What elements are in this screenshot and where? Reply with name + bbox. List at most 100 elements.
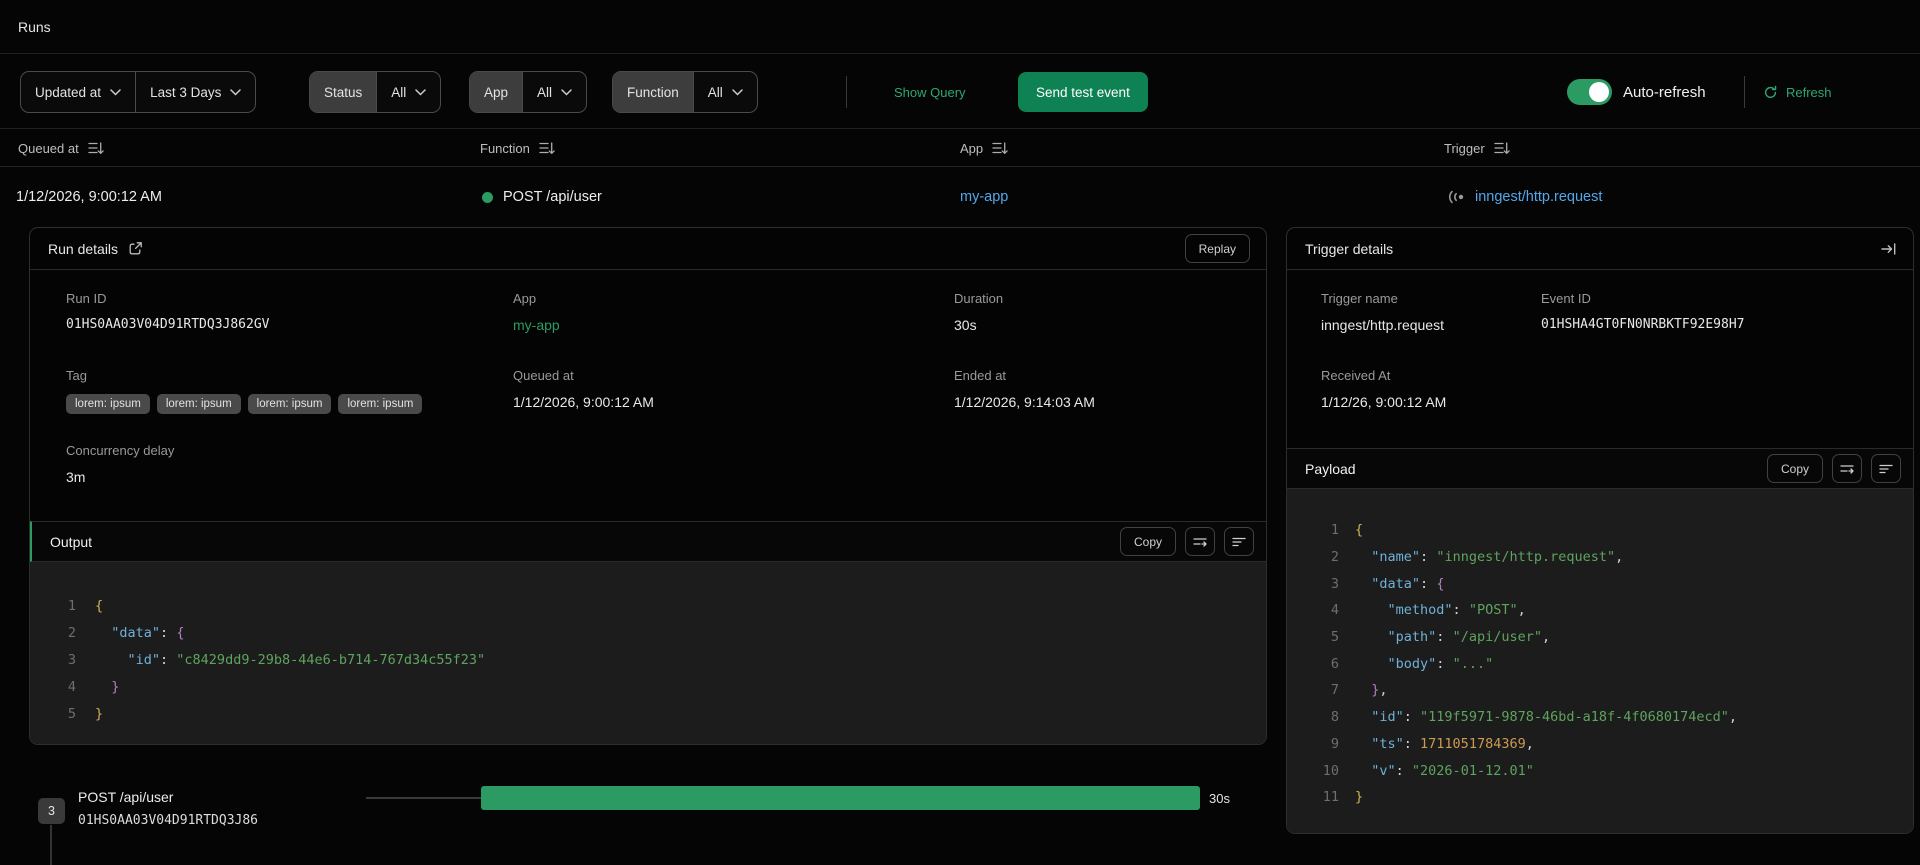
wrap-lines-button[interactable] [1185,527,1215,556]
collapse-panel-icon[interactable] [1880,241,1897,257]
column-app[interactable]: App [960,130,1008,167]
function-filter[interactable]: Function All [612,71,758,113]
field-label: App [513,291,537,306]
app-link[interactable]: my-app [513,317,560,333]
format-lines-button[interactable] [1871,454,1901,483]
run-details-panel: Run details Replay Run ID 01HS0AA03V04D9… [29,227,1267,745]
field-duration: Duration 30s [954,291,1003,333]
refresh-label: Refresh [1786,84,1832,100]
line-number: 3 [67,651,76,668]
top-bar: Runs [0,0,1920,54]
auto-refresh-toggle[interactable] [1567,79,1612,105]
code-line: 5 "path": "/api/user", [1287,624,1913,651]
status-filter-value[interactable]: All [376,72,440,112]
code-line: 3 "data": { [1287,570,1913,597]
column-queued-at[interactable]: Queued at [18,130,104,167]
sort-icon [539,142,555,154]
duration-value: 30s [954,317,977,333]
trigger-link[interactable]: inngest/http.request [1475,189,1602,205]
trigger-details-panel: Trigger details Trigger name inngest/htt… [1286,227,1914,834]
run-row-app-link[interactable]: my-app [960,168,1008,226]
tag-list: lorem: ipsum lorem: ipsum lorem: ipsum lore… [66,394,423,414]
auto-refresh-label: Auto-refresh [1623,83,1706,101]
wrap-lines-icon [1193,537,1207,547]
runs-page: Runs Updated at Last 3 Days Status All A… [0,0,1920,865]
time-range-select[interactable]: Last 3 Days [135,72,255,112]
chevron-down-icon [561,88,572,96]
output-header: Output Copy [30,521,1266,562]
copy-output-button[interactable]: Copy [1119,527,1176,556]
status-filter[interactable]: Status All [309,71,442,113]
line-number: 2 [67,624,76,641]
column-function[interactable]: Function [480,130,555,167]
column-trigger[interactable]: Trigger [1444,130,1510,167]
event-id-value: 01HSHA4GT0FN0NRBKTF92E98H7 [1541,317,1745,332]
step-count-badge[interactable]: 3 [38,798,65,824]
wrap-lines-button[interactable] [1832,454,1862,483]
run-id-value: 01HS0AA03V04D91RTDQ3J862GV [66,317,270,332]
field-label: Duration [954,291,1004,306]
code-line: 4 } [30,673,1266,700]
code-line: 2 "data": { [30,619,1266,646]
format-lines-button[interactable] [1224,527,1254,556]
line-number: 10 [1322,762,1339,779]
line-number: 7 [1330,682,1339,699]
field-label: Event ID [1541,291,1591,306]
app-filter-label: App [470,72,523,112]
timeline-run-id: 01HS0AA03V04D91RTDQ3J86 [78,813,259,828]
line-number: 5 [67,705,76,722]
received-at-value: 1/12/26, 9:00:12 AM [1321,394,1447,410]
payload-section: Payload Copy 1{2 "name": "inngest/http.r… [1287,448,1913,833]
line-number: 5 [1330,629,1339,646]
field-queued-at: Queued at 1/12/2026, 9:00:12 AM [513,368,654,410]
code-line: 1{ [30,592,1266,619]
show-query-link[interactable]: Show Query [894,55,966,129]
align-left-icon [1879,464,1893,473]
code-line: 2 "name": "inngest/http.request", [1287,544,1913,571]
timeline-duration-bar[interactable] [481,786,1200,810]
external-link-icon[interactable] [128,241,143,256]
copy-payload-button[interactable]: Copy [1766,454,1823,483]
time-range-label: Last 3 Days [150,84,222,100]
chevron-down-icon [415,88,427,96]
replay-button[interactable]: Replay [1184,234,1250,263]
code-line: 1{ [1287,517,1913,544]
sort-field-label: Updated at [35,84,102,100]
column-label: Function [480,141,530,156]
run-row[interactable]: 1/12/2026, 9:00:12 AM POST /api/user my-… [0,168,1920,226]
refresh-button[interactable]: Refresh [1763,55,1832,129]
sort-time-filter[interactable]: Updated at Last 3 Days [20,71,257,113]
timeline-connector-horizontal [366,797,481,799]
output-title: Output [50,533,93,550]
function-filter-value[interactable]: All [692,72,757,112]
line-number: 1 [1330,522,1339,539]
code-line: 3 "id": "c8429dd9-29b8-44e6-b714-767d34c… [30,646,1266,673]
tag-chip: lorem: ipsum [156,394,241,414]
field-label: Trigger name [1321,291,1398,306]
line-number: 4 [1330,602,1339,619]
app-filter[interactable]: App All [469,71,588,113]
code-line: 9 "ts": 1711051784369, [1287,731,1913,758]
field-trigger-name: Trigger name inngest/http.request [1321,291,1444,333]
sort-field-select[interactable]: Updated at [21,72,135,112]
tag-chip: lorem: ipsum [247,394,332,414]
app-filter-value[interactable]: All [522,72,586,112]
function-filter-selected: All [707,84,723,100]
tag-chip: lorem: ipsum [338,394,423,414]
run-details-title: Run details [48,240,119,257]
sort-icon [88,142,104,154]
sort-icon [1494,142,1510,154]
queued-at-value: 1/12/2026, 9:00:12 AM [513,394,654,410]
run-timeline: 3 POST /api/user 01HS0AA03V04D91RTDQ3J86… [0,745,1280,865]
send-test-event-button[interactable]: Send test event [1018,72,1148,112]
payload-code: 1{2 "name": "inngest/http.request", 3 "da… [1287,489,1913,833]
wrap-lines-icon [1840,464,1854,474]
run-row-trigger[interactable]: inngest/http.request [1444,168,1602,226]
field-label: Received At [1321,368,1391,383]
run-row-function[interactable]: POST /api/user [482,168,602,226]
chevron-down-icon [230,88,242,96]
chevron-down-icon [732,88,743,96]
status-filter-label: Status [310,72,377,112]
code-line: 8 "id": "119f5971-9878-46bd-a18f-4f06801… [1287,704,1913,731]
trigger-details-title: Trigger details [1305,240,1394,257]
